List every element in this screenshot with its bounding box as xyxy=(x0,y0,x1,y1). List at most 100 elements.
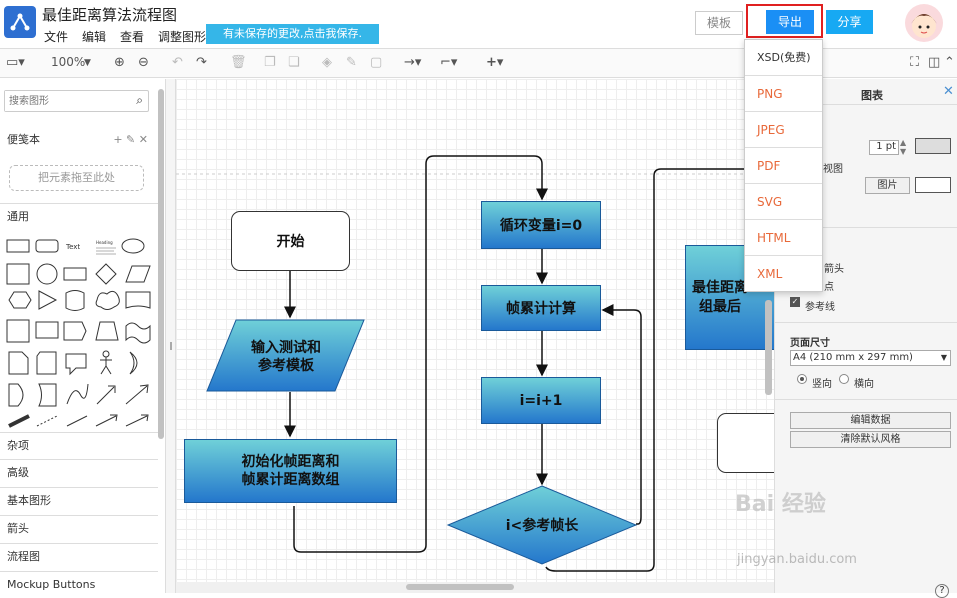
section-arrows[interactable]: 箭头 xyxy=(0,515,158,541)
general-label: 通用 xyxy=(7,210,29,223)
flowchart-label: 流程图 xyxy=(7,550,40,563)
insert-icon[interactable]: +▾ xyxy=(486,55,503,70)
splitter-grip-icon: ‖ xyxy=(169,341,173,350)
scratchpad-actions-icon[interactable]: + ✎ ✕ xyxy=(113,127,148,153)
export-menu: XSD(免费) PNG JPEG PDF SVG HTML XML xyxy=(744,39,823,292)
collapse-icon[interactable]: ⌃ xyxy=(944,55,955,70)
waypoint-icon[interactable]: ⌐▾ xyxy=(440,55,457,70)
flow-node-input-label: 输入测试和 参考模板 xyxy=(251,340,321,374)
zoom-dropdown-icon[interactable]: ▼ xyxy=(84,58,91,68)
landscape-label: 横向 xyxy=(854,379,874,390)
app-logo[interactable] xyxy=(4,6,36,38)
fullscreen-icon[interactable]: ⛶ xyxy=(910,55,919,70)
section-flowchart[interactable]: 流程图 xyxy=(0,543,158,569)
flow-node-init[interactable]: 初始化帧距离和 帧累计距离数组 xyxy=(184,439,397,503)
canvas-hscrollbar[interactable] xyxy=(176,582,774,593)
landscape-radio[interactable] xyxy=(839,374,849,384)
point-label: 点 xyxy=(824,282,834,293)
zoom-in-icon[interactable]: ⊕ xyxy=(114,55,125,70)
flow-node-cond-label: i<参考帧长 xyxy=(505,518,579,534)
portrait-label: 竖向 xyxy=(812,379,832,390)
background-color-swatch[interactable] xyxy=(915,177,951,193)
line-width-spinner-icon[interactable]: ▲ ▼ xyxy=(900,138,906,156)
zoom-out-icon[interactable]: ⊖ xyxy=(138,55,149,70)
redo-icon[interactable]: ↷ xyxy=(196,55,207,70)
section-scratchpad[interactable]: 便笺本 + ✎ ✕ xyxy=(0,127,158,153)
zoom-select[interactable]: 100% xyxy=(51,55,85,69)
sidebar-splitter[interactable]: ‖ xyxy=(166,79,176,593)
shape-search-input[interactable] xyxy=(5,91,125,111)
sidebar-toggle-icon[interactable]: ▭▾ xyxy=(6,55,25,70)
flow-node-accum-label: 帧累计计算 xyxy=(506,301,576,317)
flow-node-init-label: 初始化帧距离和 帧累计距离数组 xyxy=(241,454,340,488)
connection-icon[interactable]: →▾ xyxy=(404,55,421,70)
export-svg[interactable]: SVG xyxy=(745,184,822,220)
export-jpeg[interactable]: JPEG xyxy=(745,112,822,148)
section-basic-shapes[interactable]: 基本图形 xyxy=(0,487,158,513)
section-general[interactable]: 通用 xyxy=(0,203,158,229)
line-color-swatch[interactable] xyxy=(915,138,951,154)
unsaved-changes-banner[interactable]: 有未保存的更改,点击我保存. xyxy=(206,24,379,44)
general-shapes-grid[interactable]: Text Heading xyxy=(4,234,154,434)
page-size-select[interactable]: A4 (210 mm x 297 mm) ▼ xyxy=(790,350,951,366)
advanced-label: 高级 xyxy=(7,466,29,479)
document-title[interactable]: 最佳距离算法流程图 xyxy=(42,4,177,25)
line-color-icon[interactable]: ✎ xyxy=(346,55,357,70)
text-shape-label: Text xyxy=(65,243,80,251)
template-button[interactable]: 模板 xyxy=(695,11,743,35)
fill-color-icon[interactable]: ◈ xyxy=(322,55,332,70)
shape-search: ⌕ xyxy=(4,90,149,112)
diagram-canvas[interactable]: 开始 输入测试和 参考模板 初始化帧距离和 帧累计距离数组 循环变量i=0 帧累… xyxy=(176,79,774,582)
flow-node-accum[interactable]: 帧累计计算 xyxy=(481,285,601,331)
baidu-watermark: Bai 经验 xyxy=(735,492,826,517)
menu-view[interactable]: 查看 xyxy=(120,28,144,45)
delete-icon[interactable]: 🗑 xyxy=(230,55,247,70)
format-panel-close-icon[interactable]: ✕ xyxy=(943,84,954,99)
format-panel-title: 图表 xyxy=(861,89,883,102)
flow-node-end[interactable] xyxy=(717,413,774,473)
clear-style-button[interactable]: 清除默认风格 xyxy=(790,431,951,448)
scratchpad-drop-hint: 把元素拖至此处 xyxy=(9,165,144,191)
export-html[interactable]: HTML xyxy=(745,220,822,256)
flow-node-best-label: 最佳距离 组最后 xyxy=(692,279,748,315)
export-xsd[interactable]: XSD(免费) xyxy=(745,40,822,76)
portrait-radio[interactable] xyxy=(797,374,807,384)
canvas-vscroll-thumb[interactable] xyxy=(765,300,772,395)
guide-checkbox[interactable]: ✓ xyxy=(790,297,800,307)
menu-arrange[interactable]: 调整图形 xyxy=(158,28,206,45)
view-label: 视图 xyxy=(823,164,843,175)
menu-edit[interactable]: 编辑 xyxy=(82,28,106,45)
flow-node-loop[interactable]: 循环变量i=0 xyxy=(481,201,601,249)
user-avatar[interactable] xyxy=(905,4,943,42)
shadow-icon[interactable]: ▢ xyxy=(370,55,382,70)
line-width-input[interactable]: 1 pt xyxy=(869,140,899,155)
misc-label: 杂项 xyxy=(7,439,29,452)
heading-shape-label: Heading xyxy=(96,240,113,245)
to-back-icon[interactable]: ❏ xyxy=(288,55,300,70)
guide-label: 参考线 xyxy=(805,302,835,313)
sidebar-scrollbar[interactable] xyxy=(158,89,164,439)
edit-data-button[interactable]: 编辑数据 xyxy=(790,412,951,429)
export-button[interactable]: 导出 xyxy=(766,10,814,34)
menu-file[interactable]: 文件 xyxy=(44,28,68,45)
flow-node-start[interactable]: 开始 xyxy=(231,211,350,271)
mockup-buttons-label: Mockup Buttons xyxy=(7,578,96,591)
to-front-icon[interactable]: ❐ xyxy=(264,55,276,70)
image-button[interactable]: 图片 xyxy=(865,177,910,194)
canvas-hscroll-thumb[interactable] xyxy=(406,584,514,590)
section-mockup-buttons[interactable]: Mockup Buttons xyxy=(0,571,158,593)
share-button[interactable]: 分享 xyxy=(826,10,873,34)
flow-node-incr[interactable]: i=i+1 xyxy=(481,377,601,424)
menu-bar: 文件 编辑 查看 调整图形 xyxy=(44,28,206,45)
shape-sidebar: ⌕ 便笺本 + ✎ ✕ 把元素拖至此处 通用 Text Heading xyxy=(0,79,166,593)
undo-icon[interactable]: ↶ xyxy=(172,55,183,70)
export-pdf[interactable]: PDF xyxy=(745,148,822,184)
export-png[interactable]: PNG xyxy=(745,76,822,112)
baidu-watermark-url: jingyan.baidu.com xyxy=(737,552,857,567)
search-icon[interactable]: ⌕ xyxy=(136,93,143,108)
export-xml[interactable]: XML xyxy=(745,256,822,292)
section-misc[interactable]: 杂项 xyxy=(0,432,158,458)
section-advanced[interactable]: 高级 xyxy=(0,459,158,485)
help-icon[interactable]: ? xyxy=(935,584,949,598)
format-panel-icon[interactable]: ◫ xyxy=(928,55,940,70)
